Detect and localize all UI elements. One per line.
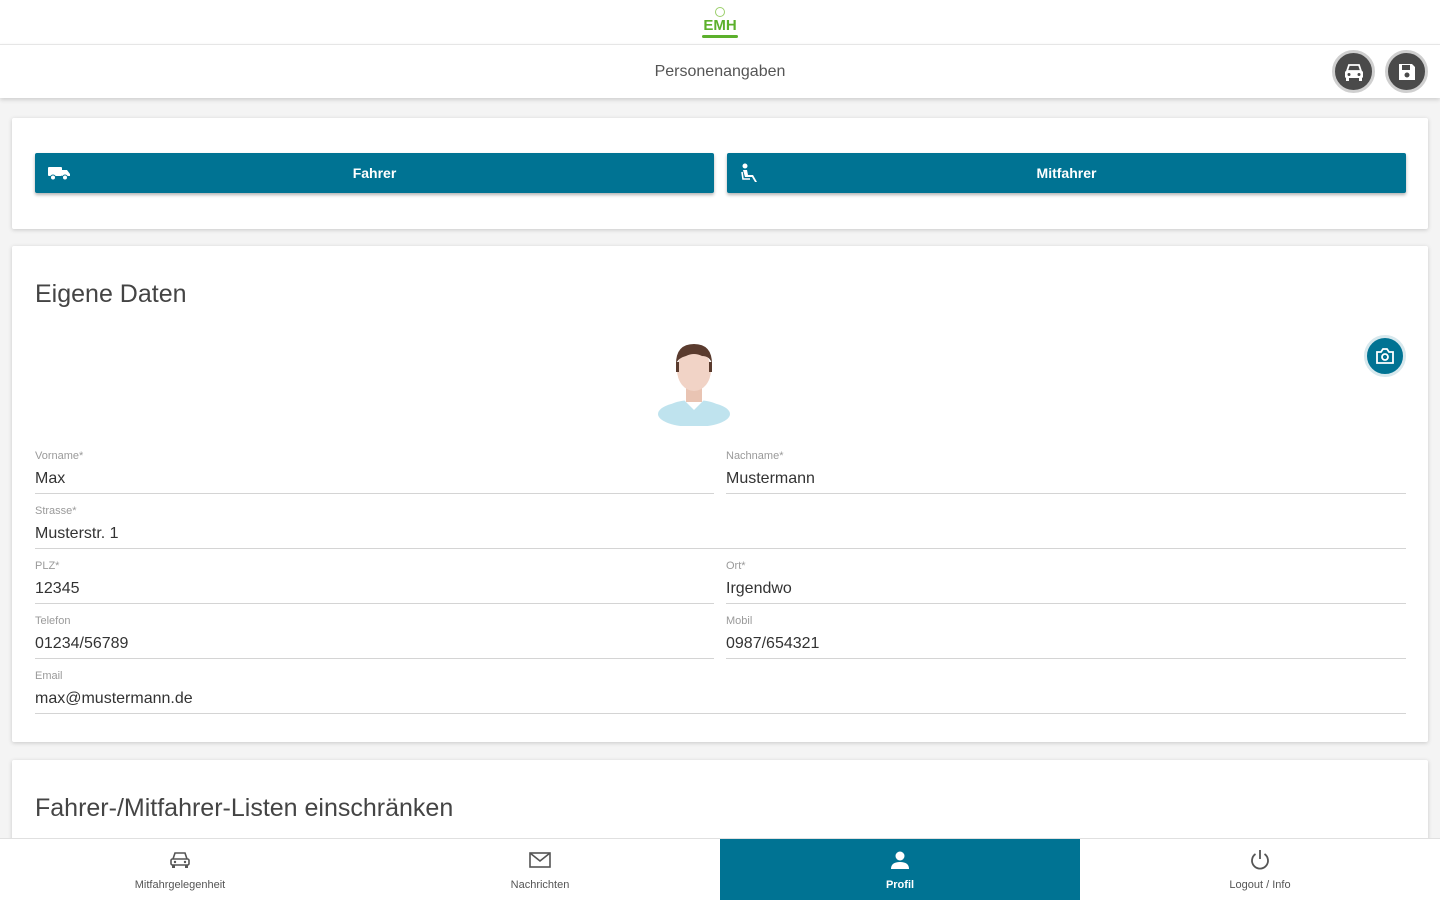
save-button[interactable]	[1385, 50, 1428, 93]
strasse-value: Musterstr. 1	[35, 525, 119, 542]
bottom-nav: Mitfahrgelegenheit Nachrichten Profil Lo…	[0, 838, 1440, 900]
avatar	[658, 344, 730, 426]
email-field[interactable]: Email max@mustermann.de	[35, 670, 1406, 714]
email-label: Email	[35, 670, 63, 682]
power-icon	[1248, 849, 1272, 871]
nav-label: Profil	[885, 879, 915, 891]
ort-value: Irgendwo	[726, 580, 792, 597]
nav-label: Nachrichten	[510, 879, 570, 891]
app-logo: EMH	[702, 6, 738, 38]
truck-icon	[47, 163, 73, 183]
strasse-label: Strasse*	[35, 505, 77, 517]
logo-bar: EMH	[0, 0, 1440, 44]
role-selection-card: Fahrer Mitfahrer	[12, 118, 1428, 229]
camera-icon	[1376, 348, 1394, 364]
car-icon	[1344, 63, 1363, 81]
nav-item-nachrichten[interactable]: Nachrichten	[360, 839, 720, 900]
logo-underline	[702, 34, 738, 38]
driver-button[interactable]: Fahrer	[35, 153, 714, 193]
vorname-value: Max	[35, 470, 66, 487]
title-bar: Personenangaben	[0, 44, 1440, 98]
bulb-icon	[715, 6, 725, 17]
nachname-label: Nachname*	[726, 450, 784, 462]
list-restrictions-title: Fahrer-/Mitfahrer-Listen einschränken	[35, 794, 454, 822]
email-value: max@mustermann.de	[35, 690, 193, 707]
vorname-label: Vorname*	[35, 450, 84, 462]
plz-label: PLZ*	[35, 560, 60, 572]
plz-value: 12345	[35, 580, 80, 597]
telefon-field[interactable]: Telefon 01234/56789	[35, 615, 714, 659]
nav-item-logout[interactable]: Logout / Info	[1080, 839, 1440, 900]
passenger-label: Mitfahrer	[1036, 165, 1097, 181]
own-data-title: Eigene Daten	[35, 280, 187, 308]
car-button[interactable]	[1332, 50, 1375, 93]
plz-field[interactable]: PLZ* 12345	[35, 560, 714, 604]
mail-icon	[528, 849, 552, 871]
passenger-button[interactable]: Mitfahrer	[727, 153, 1406, 193]
nav-item-profil[interactable]: Profil	[720, 839, 1080, 900]
header-actions	[1332, 50, 1428, 93]
mobil-value: 0987/654321	[726, 635, 820, 652]
ort-label: Ort*	[726, 560, 746, 572]
nav-label: Mitfahrgelegenheit	[134, 879, 226, 891]
mobil-field[interactable]: Mobil 0987/654321	[726, 615, 1406, 659]
logo-text: EMH	[703, 16, 737, 34]
save-icon	[1398, 63, 1415, 80]
car-icon	[168, 849, 192, 871]
own-data-card: Eigene Daten Vorname* Max Nachname* Must…	[12, 246, 1428, 742]
telefon-value: 01234/56789	[35, 635, 129, 652]
change-photo-button[interactable]	[1364, 335, 1406, 377]
nav-label: Logout / Info	[1229, 879, 1291, 891]
seated-person-icon	[739, 163, 765, 183]
person-icon	[888, 849, 912, 871]
page-title: Personenangaben	[654, 62, 786, 80]
telefon-label: Telefon	[35, 615, 71, 627]
strasse-field[interactable]: Strasse* Musterstr. 1	[35, 505, 1406, 549]
nachname-value: Mustermann	[726, 470, 815, 487]
vorname-field[interactable]: Vorname* Max	[35, 450, 714, 494]
nav-item-mitfahrgelegenheit[interactable]: Mitfahrgelegenheit	[0, 839, 360, 900]
mobil-label: Mobil	[726, 615, 753, 627]
driver-label: Fahrer	[352, 165, 397, 181]
nachname-field[interactable]: Nachname* Mustermann	[726, 450, 1406, 494]
ort-field[interactable]: Ort* Irgendwo	[726, 560, 1406, 604]
